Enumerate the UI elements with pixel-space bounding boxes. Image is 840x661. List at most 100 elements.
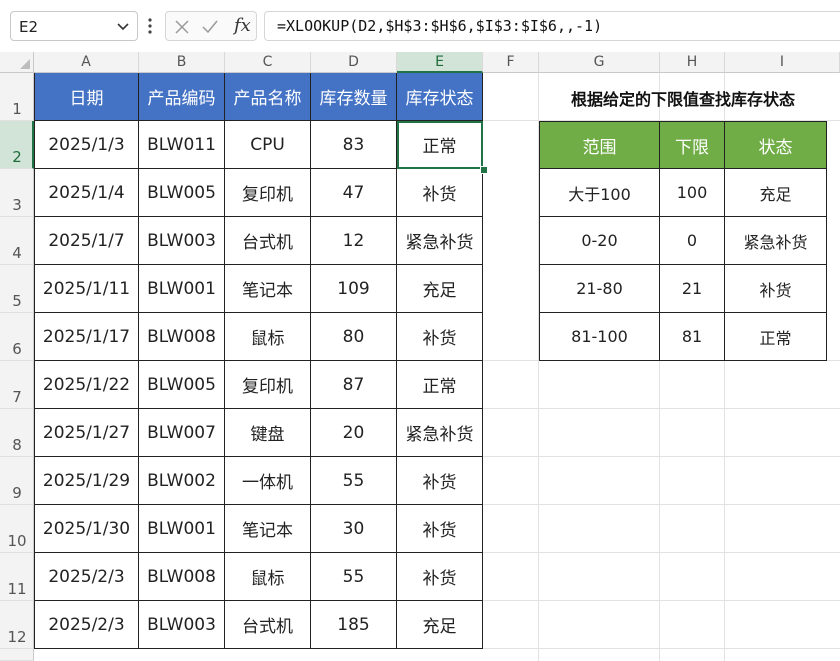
table-cell[interactable]: 鼠标 <box>225 553 311 601</box>
lookup-cell[interactable]: 大于100 <box>539 169 660 217</box>
table-cell[interactable]: 2025/1/22 <box>34 361 139 409</box>
header-cell[interactable]: 库存状态 <box>397 73 483 121</box>
table-cell[interactable]: 笔记本 <box>225 265 311 313</box>
active-cell-e2[interactable] <box>397 121 483 169</box>
row-header-9[interactable]: 9 <box>0 457 34 505</box>
column-header-d[interactable]: D <box>311 52 397 73</box>
table-cell[interactable]: 30 <box>311 505 397 553</box>
table-cell[interactable]: 2025/1/11 <box>34 265 139 313</box>
row-header-11[interactable]: 11 <box>0 553 34 601</box>
lookup-header-cell[interactable]: 状态 <box>725 121 827 169</box>
more-vert-icon[interactable] <box>145 15 155 37</box>
table-cell[interactable]: 2025/2/3 <box>34 553 139 601</box>
column-header-h[interactable]: H <box>660 52 725 73</box>
table-cell[interactable]: 2025/1/29 <box>34 457 139 505</box>
table-cell[interactable]: BLW007 <box>139 409 225 457</box>
header-cell[interactable]: 产品名称 <box>225 73 311 121</box>
lookup-cell[interactable]: 0 <box>660 217 725 265</box>
table-cell[interactable]: 2025/1/17 <box>34 313 139 361</box>
table-cell[interactable]: 2025/1/3 <box>34 121 139 169</box>
table-cell[interactable]: 2025/1/27 <box>34 409 139 457</box>
lookup-cell[interactable]: 0-20 <box>539 217 660 265</box>
table-cell[interactable]: 补货 <box>397 457 483 505</box>
table-cell[interactable]: 83 <box>311 121 397 169</box>
lookup-cell[interactable]: 补货 <box>725 265 827 313</box>
row-header-13[interactable] <box>0 649 34 661</box>
select-all-button[interactable] <box>0 52 34 73</box>
table-cell[interactable]: 185 <box>311 601 397 649</box>
fill-handle[interactable] <box>480 166 488 174</box>
table-cell[interactable]: 紧急补货 <box>397 409 483 457</box>
table-cell[interactable]: 补货 <box>397 313 483 361</box>
column-header-e[interactable]: E <box>397 52 483 73</box>
table-cell[interactable]: BLW005 <box>139 169 225 217</box>
lookup-cell[interactable]: 正常 <box>725 313 827 361</box>
lookup-cell[interactable]: 100 <box>660 169 725 217</box>
row-header-2[interactable]: 2 <box>0 121 34 169</box>
table-cell[interactable]: 87 <box>311 361 397 409</box>
table-cell[interactable]: 键盘 <box>225 409 311 457</box>
table-cell[interactable]: 55 <box>311 553 397 601</box>
table-cell[interactable]: 一体机 <box>225 457 311 505</box>
column-header-c[interactable]: C <box>225 52 311 73</box>
column-header-g[interactable]: G <box>539 52 660 73</box>
row-header-4[interactable]: 4 <box>0 217 34 265</box>
column-header-b[interactable]: B <box>139 52 225 73</box>
table-cell[interactable]: 笔记本 <box>225 505 311 553</box>
formula-input[interactable]: =XLOOKUP(D2,$H$3:$H$6,$I$3:$I$6,,-1) <box>264 11 840 41</box>
table-cell[interactable]: 12 <box>311 217 397 265</box>
table-cell[interactable]: 台式机 <box>225 601 311 649</box>
row-header-12[interactable]: 12 <box>0 601 34 649</box>
table-cell[interactable]: BLW005 <box>139 361 225 409</box>
table-cell[interactable]: 充足 <box>397 601 483 649</box>
row-header-1[interactable]: 1 <box>0 73 34 121</box>
table-cell[interactable]: 复印机 <box>225 361 311 409</box>
table-cell[interactable]: BLW002 <box>139 457 225 505</box>
row-header-5[interactable]: 5 <box>0 265 34 313</box>
table-cell[interactable]: BLW008 <box>139 313 225 361</box>
lookup-header-cell[interactable]: 范围 <box>539 121 660 169</box>
checkmark-icon[interactable] <box>200 17 220 37</box>
row-header-10[interactable]: 10 <box>0 505 34 553</box>
insert-function-button[interactable]: fx <box>234 15 251 36</box>
table-cell[interactable]: 20 <box>311 409 397 457</box>
row-header-6[interactable]: 6 <box>0 313 34 361</box>
chevron-down-icon[interactable] <box>115 18 131 34</box>
row-header-8[interactable]: 8 <box>0 409 34 457</box>
header-cell[interactable]: 库存数量 <box>311 73 397 121</box>
table-cell[interactable]: BLW008 <box>139 553 225 601</box>
table-cell[interactable]: BLW001 <box>139 265 225 313</box>
lookup-cell[interactable]: 81 <box>660 313 725 361</box>
lookup-cell[interactable]: 21-80 <box>539 265 660 313</box>
name-box[interactable]: E2 <box>10 11 138 41</box>
table-cell[interactable]: 55 <box>311 457 397 505</box>
header-cell[interactable]: 日期 <box>34 73 139 121</box>
table-cell[interactable]: 充足 <box>397 265 483 313</box>
table-cell[interactable]: 2025/1/30 <box>34 505 139 553</box>
cancel-x-icon[interactable] <box>172 17 192 37</box>
table-cell[interactable]: 109 <box>311 265 397 313</box>
table-cell[interactable]: BLW011 <box>139 121 225 169</box>
table-cell[interactable]: 补货 <box>397 553 483 601</box>
lookup-cell[interactable]: 紧急补货 <box>725 217 827 265</box>
column-header-i[interactable]: I <box>725 52 840 73</box>
table-cell[interactable]: CPU <box>225 121 311 169</box>
row-header-7[interactable]: 7 <box>0 361 34 409</box>
table-cell[interactable]: 2025/1/7 <box>34 217 139 265</box>
row-header-3[interactable]: 3 <box>0 169 34 217</box>
header-cell[interactable]: 产品编码 <box>139 73 225 121</box>
table-cell[interactable]: 紧急补货 <box>397 217 483 265</box>
table-cell[interactable]: BLW001 <box>139 505 225 553</box>
lookup-cell[interactable]: 81-100 <box>539 313 660 361</box>
table-cell[interactable]: 补货 <box>397 169 483 217</box>
table-cell[interactable]: 47 <box>311 169 397 217</box>
column-header-a[interactable]: A <box>34 52 139 73</box>
lookup-header-cell[interactable]: 下限 <box>660 121 725 169</box>
lookup-cell[interactable]: 21 <box>660 265 725 313</box>
table-cell[interactable]: 台式机 <box>225 217 311 265</box>
table-cell[interactable]: 复印机 <box>225 169 311 217</box>
table-cell[interactable]: 80 <box>311 313 397 361</box>
table-cell[interactable]: 鼠标 <box>225 313 311 361</box>
table-cell[interactable]: BLW003 <box>139 601 225 649</box>
table-cell[interactable]: 2025/2/3 <box>34 601 139 649</box>
